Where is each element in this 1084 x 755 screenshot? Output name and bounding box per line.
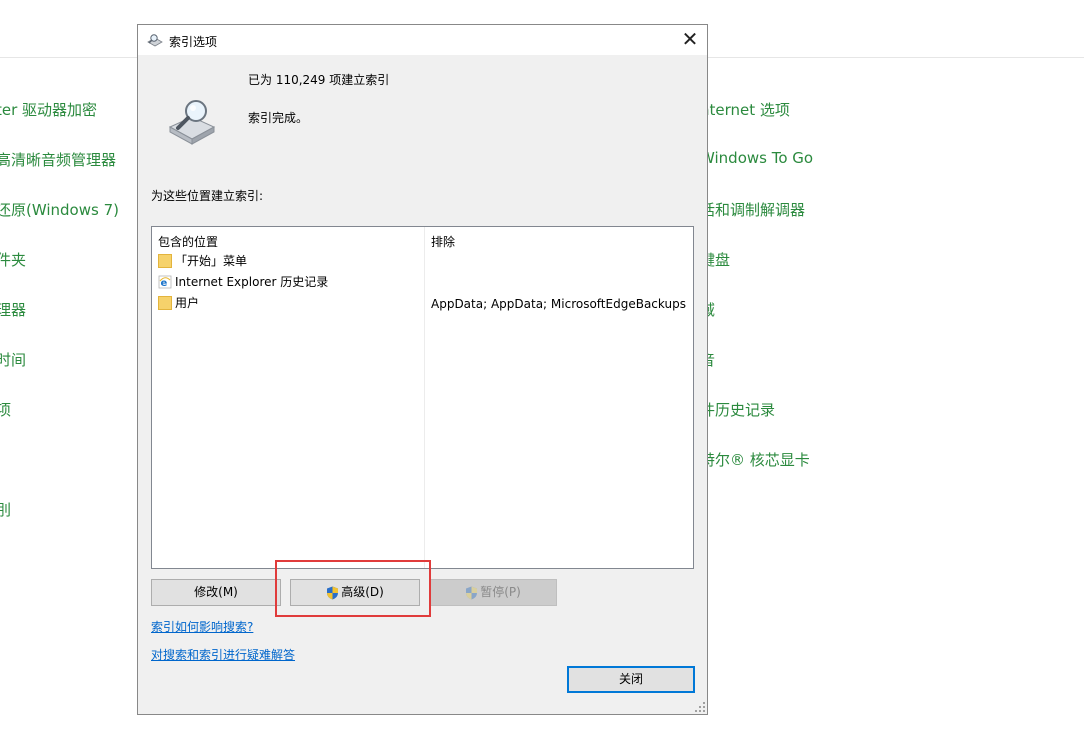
cp-link-options[interactable]: 项 bbox=[0, 399, 11, 420]
column-header-exclude[interactable]: 排除 bbox=[431, 233, 455, 250]
cp-link-folder-options[interactable]: 件夹 bbox=[0, 249, 26, 270]
troubleshoot-search-link[interactable]: 对搜索和索引进行疑难解答 bbox=[151, 646, 295, 663]
folder-icon bbox=[158, 295, 172, 310]
cp-link-phone-modem[interactable]: 话和调制解调器 bbox=[700, 199, 805, 220]
cp-link-manager[interactable]: 理器 bbox=[0, 299, 26, 320]
exclusion-value: AppData; AppData; MicrosoftEdgeBackups bbox=[431, 297, 686, 311]
search-drive-icon bbox=[168, 100, 216, 145]
location-name: 「开始」菜单 bbox=[175, 254, 248, 268]
uac-shield-icon bbox=[466, 586, 478, 599]
indexing-options-dialog: 索引选项 ✕ 已为 110,249 项建立索引 索引完成。 为这些位置建立索引:… bbox=[137, 24, 708, 715]
table-row[interactable]: 「开始」菜单 bbox=[158, 252, 247, 272]
resize-grip-icon[interactable] bbox=[695, 702, 705, 712]
column-header-included[interactable]: 包含的位置 bbox=[158, 233, 218, 250]
column-divider bbox=[424, 227, 425, 568]
ie-icon: e bbox=[158, 275, 172, 289]
dialog-title: 索引选项 bbox=[169, 35, 218, 49]
location-name: 用户 bbox=[175, 296, 200, 310]
pause-button-label: 暂停(P) bbox=[480, 585, 521, 599]
cp-link-bitlocker[interactable]: ter 驱动器加密 bbox=[0, 99, 97, 120]
index-count-status: 已为 110,249 项建立索引 bbox=[248, 73, 390, 87]
indexing-icon bbox=[147, 34, 163, 47]
table-row[interactable]: e Internet Explorer 历史记录 bbox=[158, 273, 328, 293]
cp-link-audio-manager[interactable]: 高清晰音频管理器 bbox=[0, 149, 116, 170]
cp-link-date-time[interactable]: 时间 bbox=[0, 349, 26, 370]
cp-link-other[interactable]: 刖 bbox=[0, 499, 11, 520]
folder-icon bbox=[158, 253, 172, 268]
location-name: Internet Explorer 历史记录 bbox=[175, 275, 329, 289]
cp-link-windows-to-go[interactable]: Windows To Go bbox=[700, 149, 813, 167]
close-button[interactable]: 关闭 bbox=[567, 666, 695, 693]
cp-link-intel-graphics[interactable]: 特尔® 核芯显卡 bbox=[700, 449, 810, 470]
annotation-highlight-box bbox=[275, 560, 431, 617]
table-row[interactable]: 用户 bbox=[158, 294, 199, 314]
close-icon[interactable]: ✕ bbox=[679, 29, 701, 51]
cp-link-file-history[interactable]: 件历史记录 bbox=[700, 399, 775, 420]
cp-link-internet-options[interactable]: nternet 选项 bbox=[700, 99, 790, 120]
indexed-locations-list[interactable]: 包含的位置 排除 「开始」菜单 e Internet Explorer 历史记录… bbox=[151, 226, 694, 569]
cp-link-backup-restore[interactable]: 还原(Windows 7) bbox=[0, 199, 119, 220]
index-locations-label: 为这些位置建立索引: bbox=[151, 189, 264, 203]
dialog-titlebar[interactable]: 索引选项 ✕ bbox=[138, 25, 707, 55]
pause-button: 暂停(P) bbox=[429, 579, 557, 606]
index-state-status: 索引完成。 bbox=[248, 111, 309, 125]
how-indexing-affects-search-link[interactable]: 索引如何影响搜索? bbox=[151, 618, 253, 635]
modify-button[interactable]: 修改(M) bbox=[151, 579, 281, 606]
